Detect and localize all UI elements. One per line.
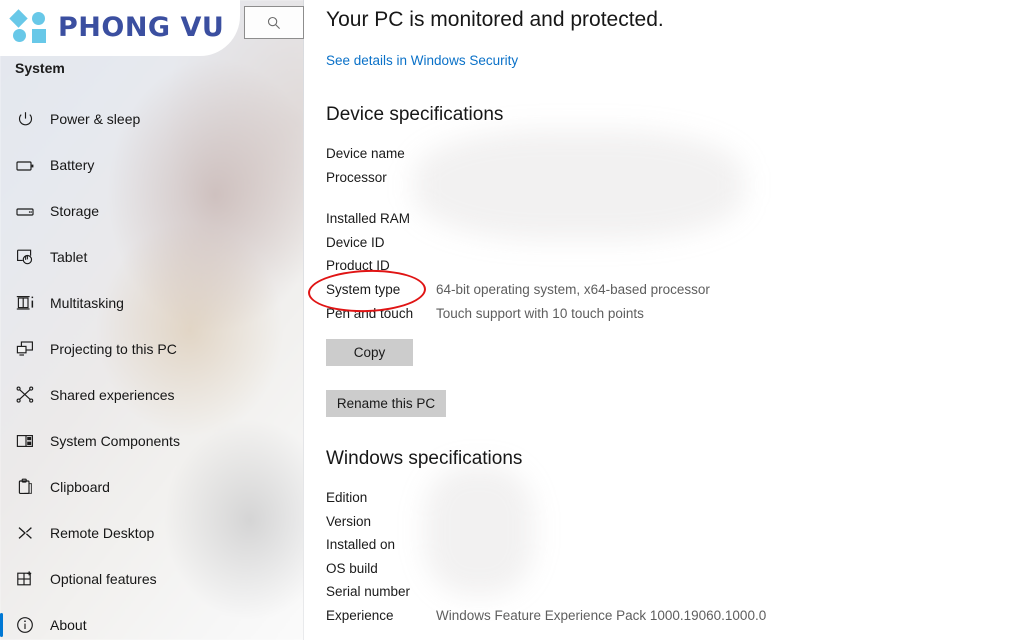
spec-row: Pen and touch Touch support with 10 touc…	[326, 306, 710, 330]
sidebar-item-label: Battery	[50, 157, 95, 173]
sidebar-item-label: Power & sleep	[50, 111, 141, 127]
projecting-icon	[14, 338, 36, 360]
windows-specifications-heading: Windows specifications	[326, 448, 523, 469]
sidebar-item-storage[interactable]: Storage	[0, 196, 304, 226]
info-icon	[14, 614, 36, 636]
protection-status-text: Your PC is monitored and protected.	[326, 8, 664, 31]
sidebar-item-label: Storage	[50, 203, 100, 219]
spec-row: Installed RAM	[326, 211, 710, 235]
windows-security-link[interactable]: See details in Windows Security	[326, 53, 518, 68]
sidebar-section-title: System	[15, 60, 65, 76]
spec-value: Windows Feature Experience Pack 1000.190…	[436, 607, 767, 623]
sidebar-item-clipboard[interactable]: Clipboard	[0, 472, 304, 502]
spec-row-system-type: System type 64-bit operating system, x64…	[326, 282, 710, 306]
logo-circle-bottom-shape	[13, 29, 26, 42]
sidebar-item-projecting[interactable]: Projecting to this PC	[0, 334, 304, 364]
sidebar-item-label: About	[50, 617, 87, 633]
spec-key: OS build	[326, 560, 378, 576]
spec-key: Device ID	[326, 234, 385, 250]
spec-key: Processor	[326, 169, 387, 185]
spec-key: Experience	[326, 607, 394, 623]
spec-key: Pen and touch	[326, 305, 414, 321]
sidebar-item-multitasking[interactable]: Multitasking	[0, 288, 304, 318]
copy-button[interactable]: Copy	[326, 339, 413, 366]
sidebar-item-label: Optional features	[50, 571, 157, 587]
phong-vu-logo-overlay: PHONG VU	[0, 0, 240, 56]
spec-key: Product ID	[326, 258, 390, 274]
sidebar-item-tablet[interactable]: Tablet	[0, 242, 304, 272]
logo-circle-top-shape	[32, 12, 45, 25]
main-content: Your PC is monitored and protected. See …	[304, 0, 1024, 640]
spec-row: OS build	[326, 561, 766, 585]
spec-key: Version	[326, 513, 372, 529]
spec-row: Serial number	[326, 584, 766, 608]
selection-accent-bar	[0, 613, 3, 637]
spec-key: Installed RAM	[326, 211, 411, 227]
optional-features-icon	[14, 568, 36, 590]
sidebar-item-label: Projecting to this PC	[50, 341, 177, 357]
windows-specifications-table: Edition Version Installed on OS build Se…	[326, 490, 766, 632]
sidebar-item-shared-experiences[interactable]: Shared experiences	[0, 380, 304, 410]
sidebar-item-system-components[interactable]: System Components	[0, 426, 304, 456]
spec-key: Installed on	[326, 537, 396, 553]
battery-icon	[14, 154, 36, 176]
spec-key: System type	[326, 281, 401, 297]
logo-diamond-shape	[9, 9, 28, 28]
clipboard-icon	[14, 476, 36, 498]
power-icon	[14, 108, 36, 130]
spec-value: 64-bit operating system, x64-based proce…	[436, 281, 710, 297]
sidebar-item-remote-desktop[interactable]: Remote Desktop	[0, 518, 304, 548]
spec-key: Device name	[326, 146, 405, 161]
rename-this-pc-button[interactable]: Rename this PC	[326, 390, 446, 417]
sidebar-item-label: Multitasking	[50, 295, 124, 311]
spec-row: Experience Windows Feature Experience Pa…	[326, 608, 766, 632]
sidebar-item-label: Remote Desktop	[50, 525, 155, 541]
sidebar-item-label: Shared experiences	[50, 387, 175, 403]
device-specifications-heading: Device specifications	[326, 104, 504, 125]
spec-spacer	[326, 193, 710, 211]
sidebar-item-optional-features[interactable]: Optional features	[0, 564, 304, 594]
sidebar-item-battery[interactable]: Battery	[0, 150, 304, 180]
settings-sidebar: PHONG VU System Power & sleep Battery St…	[0, 0, 304, 640]
spec-key: Edition	[326, 490, 368, 505]
spec-row: Processor	[326, 170, 710, 194]
spec-key: Serial number	[326, 584, 411, 600]
sidebar-nav-list: Power & sleep Battery Storage Tablet Mul…	[0, 104, 304, 640]
remote-desktop-icon	[14, 522, 36, 544]
sidebar-item-label: Clipboard	[50, 479, 110, 495]
shared-experiences-icon	[14, 384, 36, 406]
spec-row: Installed on	[326, 537, 766, 561]
sidebar-item-label: System Components	[50, 433, 180, 449]
spec-row: Product ID	[326, 258, 710, 282]
search-input[interactable]	[244, 6, 304, 39]
system-components-icon	[14, 430, 36, 452]
brand-wordmark: PHONG VU	[58, 11, 225, 43]
spec-row: Edition	[326, 490, 766, 514]
spec-row: Version	[326, 514, 766, 538]
logo-square-shape	[32, 29, 46, 43]
sidebar-item-about[interactable]: About	[0, 610, 304, 640]
sidebar-item-power-sleep[interactable]: Power & sleep	[0, 104, 304, 134]
phong-vu-logo-mark	[9, 9, 50, 43]
settings-about-page: PHONG VU System Power & sleep Battery St…	[0, 0, 1024, 640]
sidebar-item-label: Tablet	[50, 249, 88, 265]
search-icon	[267, 16, 280, 29]
device-specifications-table: Device name Processor Installed RAM Devi…	[326, 146, 710, 329]
storage-icon	[14, 200, 36, 222]
spec-row: Device ID	[326, 235, 710, 259]
spec-row: Device name	[326, 146, 710, 170]
multitasking-icon	[14, 292, 36, 314]
tablet-icon	[14, 246, 36, 268]
spec-value: Touch support with 10 touch points	[436, 305, 644, 321]
